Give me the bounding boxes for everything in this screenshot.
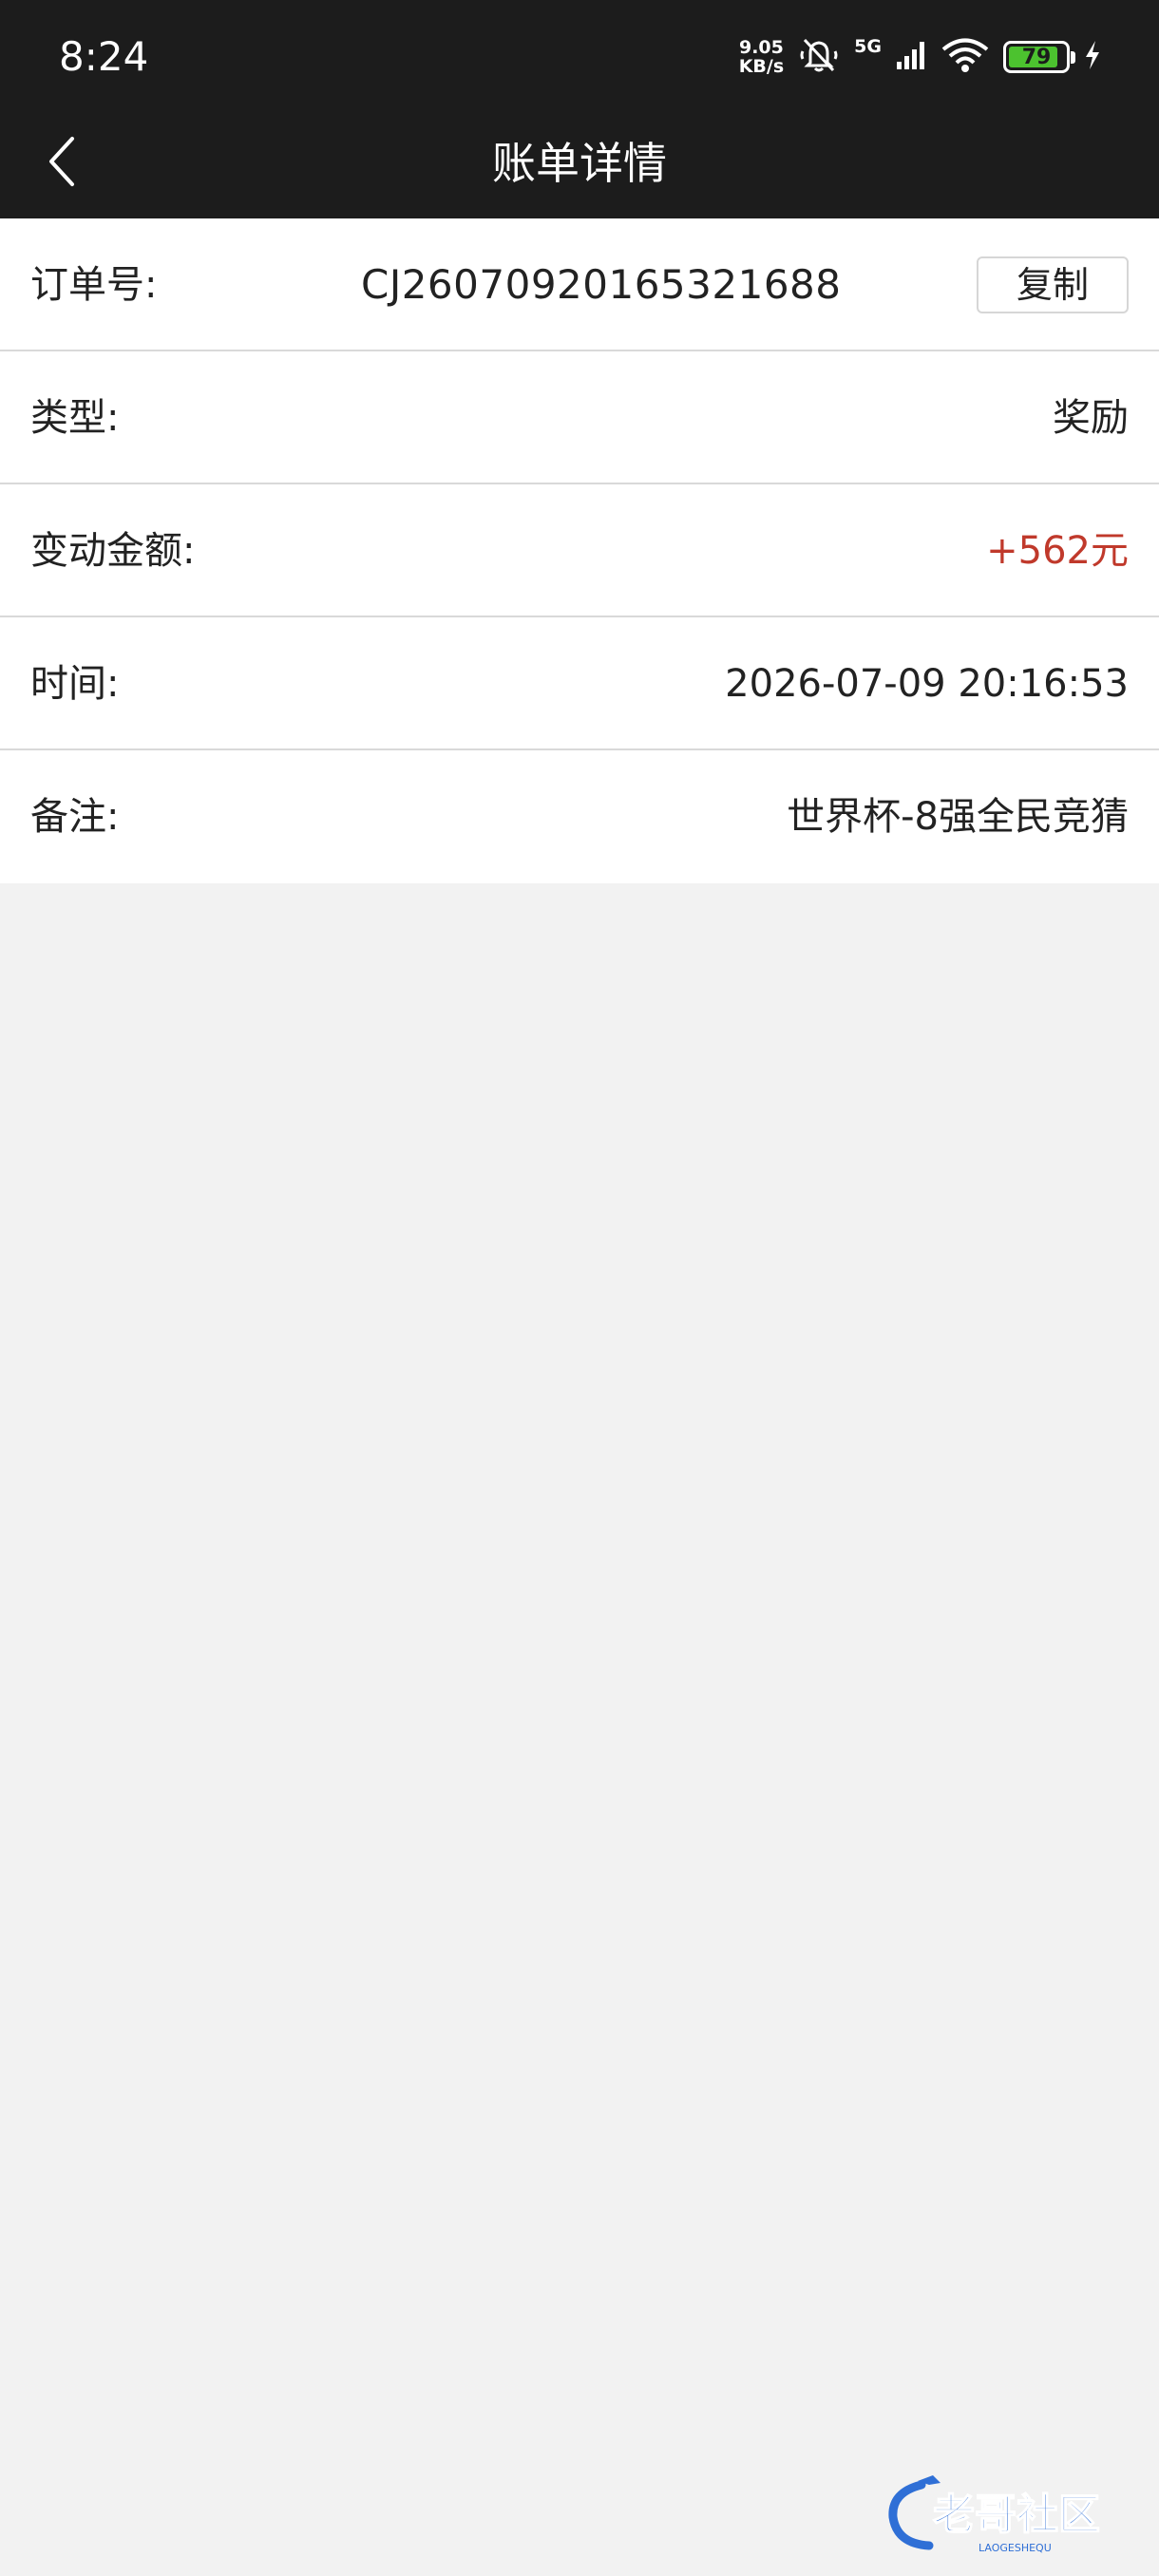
bill-detail-list: 订单号: CJ26070920165321688 复制 类型: 奖励 变动金额:… [0,218,1159,883]
signal-icon [895,39,927,75]
network-speed: 9.05 KB/s [739,38,784,76]
battery-level: 79 [1021,45,1052,69]
network-speed-value: 9.05 [738,37,784,58]
watermark-logo: 老哥社区 LAOGESHEQU [884,2472,1140,2557]
note-row: 备注: 世界杯-8强全民竞猜 [0,750,1159,883]
type-label: 类型: [30,396,120,440]
note-label: 备注: [30,795,120,839]
nav-bar: 账单详情 [0,109,1159,218]
amount-value: +562元 [986,529,1129,573]
amount-row: 变动金额: +562元 [0,484,1159,617]
watermark-text: 老哥社区 [933,2491,1100,2539]
status-icons: 9.05 KB/s 5G 79 [739,28,1102,85]
amount-label: 变动金额: [30,529,196,573]
battery-icon: 79 [1003,41,1075,73]
status-time: 8:24 [59,33,149,80]
network-speed-unit: KB/s [738,56,785,77]
order-number-label: 订单号: [30,263,158,307]
watermark-subtext: LAOGESHEQU [978,2542,1052,2554]
order-number-row: 订单号: CJ26070920165321688 复制 [0,218,1159,351]
time-label: 时间: [30,662,120,706]
charging-icon [1083,39,1102,75]
order-number-value: CJ26070920165321688 [361,261,842,308]
type-value: 奖励 [1053,396,1129,440]
mute-icon [797,36,841,78]
network-type: 5G [854,36,882,57]
wifi-icon [940,37,990,77]
battery-cap [1071,51,1075,64]
time-row: 时间: 2026-07-09 20:16:53 [0,617,1159,750]
type-row: 类型: 奖励 [0,351,1159,484]
note-value: 世界杯-8强全民竞猜 [787,795,1129,839]
page-title: 账单详情 [492,138,667,189]
time-value: 2026-07-09 20:16:53 [725,662,1129,706]
copy-button[interactable]: 复制 [977,256,1129,313]
status-bar: 8:24 9.05 KB/s 5G 79 [0,0,1159,109]
